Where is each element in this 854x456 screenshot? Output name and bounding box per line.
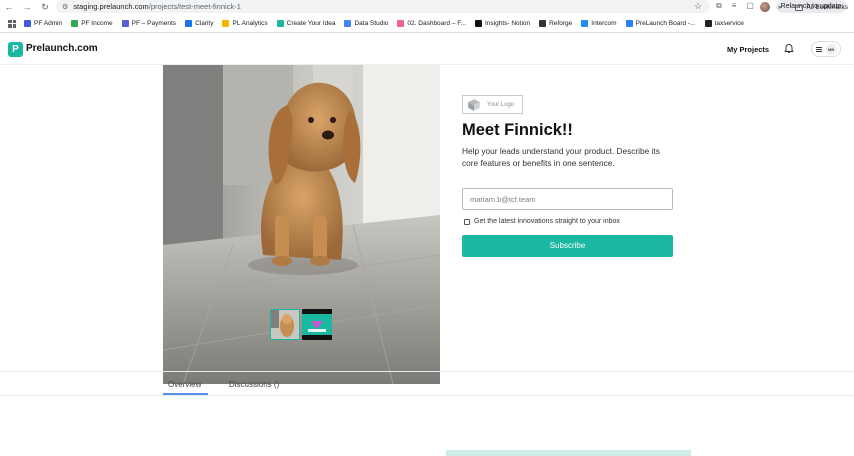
bookmark-label: PF Income [81,20,113,27]
bookmark-favicon-icon [344,20,352,27]
site-header: P Prelaunch.com My Projects MB [0,33,854,65]
bookmarks-bar: PF Admin PF Income PF – Payments Clarity PL … [0,16,854,31]
bookmark-favicon-icon [474,20,482,27]
apps-grid-icon[interactable] [8,19,16,28]
tab-overview[interactable]: Overview [168,380,201,389]
bookmark-favicon-icon [222,20,230,27]
back-icon[interactable]: ← [0,0,18,14]
url-path: /projects/test-meet-finnick-1 [148,2,241,11]
consent-label: Get the latest innovations straight to y… [474,218,620,225]
bookmark-label: PreLaunch Board -... [635,20,696,27]
bookmark-favicon-icon [625,20,633,27]
bookmark-item[interactable]: PF Income [71,20,113,27]
bookmark-item[interactable]: Data Studio [344,20,388,27]
site-logo-text[interactable]: Prelaunch.com [26,43,98,54]
hamburger-icon [815,46,822,52]
email-input[interactable]: mariam.b@tcf.team [462,188,673,210]
product-description: Help your leads understand your product.… [462,146,660,168]
bookmark-favicon-icon [704,20,712,27]
bookmark-label: PF Admin [34,20,63,27]
bookmarks-overflow-button[interactable]: » [778,4,782,11]
bookmark-item[interactable]: Create Your Idea [276,20,336,27]
bookmark-item[interactable]: PF Admin [24,20,62,27]
bookmark-item[interactable]: PF – Payments [121,20,177,27]
tab-discussions-label: Discussions [229,380,272,389]
bookmark-item[interactable]: PreLaunch Board -... [625,20,696,27]
reload-icon[interactable]: ↻ [36,0,54,14]
user-avatar: MB [825,43,837,55]
bookmark-label: taxservice [714,20,744,27]
bookmark-star-icon[interactable]: ☆ [694,1,702,12]
prelaunch-logo-icon[interactable]: P [8,42,23,57]
bookmark-item[interactable]: Reforge [539,20,572,27]
product-title: Meet Finnick!! [462,121,573,139]
bookmark-label: Clarity [195,20,214,27]
your-logo-label: Your Logo [487,101,515,108]
product-logo-placeholder: Your Logo [462,95,523,114]
tabs-bottom-divider [0,395,854,396]
user-menu-button[interactable]: MB [811,41,841,57]
gallery-thumbnail-1[interactable] [270,309,300,340]
bookmark-favicon-icon [539,20,547,27]
all-bookmarks-button[interactable]: All Bookmarks [795,4,848,11]
my-projects-link[interactable]: My Projects [727,45,769,54]
bell-icon[interactable] [783,42,795,54]
bookmark-favicon-icon [24,20,31,27]
bookmark-item[interactable]: Intercom [581,20,617,27]
site-info-icon[interactable]: ⚙ [62,3,68,11]
discussions-count: () [273,380,280,389]
media-controls-icon[interactable]: ≡ [732,1,737,11]
bookmark-label: Data Studio [354,20,389,27]
bookmark-label: Intercom [591,20,617,27]
bookmark-favicon-icon [276,20,284,27]
bookmark-item[interactable]: PL Analytics [222,20,268,27]
bookmark-label: PF – Payments [131,20,177,27]
consent-checkbox[interactable] [464,218,470,225]
folder-icon [795,4,804,11]
bookmark-item[interactable]: Clarity [185,20,213,27]
bookmark-label: PL Analytics [232,20,268,27]
tabs-top-divider [0,371,854,372]
sidepanel-icon[interactable]: ▢ [746,1,754,11]
consent-row[interactable]: Get the latest innovations straight to y… [464,218,620,225]
bookmark-item[interactable]: 02. Dashboard – F... [397,20,466,27]
bookmark-favicon-icon [185,20,193,27]
extensions-icon[interactable]: ⧉ [716,1,722,11]
cube-icon [468,98,480,111]
address-bar[interactable]: ⚙ staging.prelaunch.com/projects/test-me… [56,0,710,13]
bookmark-label: 02. Dashboard – F... [407,20,466,27]
bookmark-favicon-icon [121,20,129,27]
forward-icon[interactable]: → [18,0,36,14]
content-preview-band [446,450,691,456]
bookmark-item[interactable]: taxservice [704,20,744,27]
subscribe-button[interactable]: Subscribe [462,235,673,257]
url-host: staging.prelaunch.com [73,2,149,11]
all-bookmarks-label: All Bookmarks [806,4,848,11]
bookmark-label: Insights- Notion [484,20,531,27]
gallery-thumbnail-2[interactable] [302,309,332,340]
bookmark-favicon-icon [581,20,589,27]
bookmark-label: Reforge [549,20,573,27]
bookmark-favicon-icon [71,20,79,27]
bookmark-item[interactable]: Insights- Notion [474,20,531,27]
tab-discussions[interactable]: Discussions () [229,380,279,389]
bookmark-label: Create Your Idea [286,20,336,27]
profile-avatar[interactable] [760,2,770,12]
bookmark-favicon-icon [397,20,405,27]
